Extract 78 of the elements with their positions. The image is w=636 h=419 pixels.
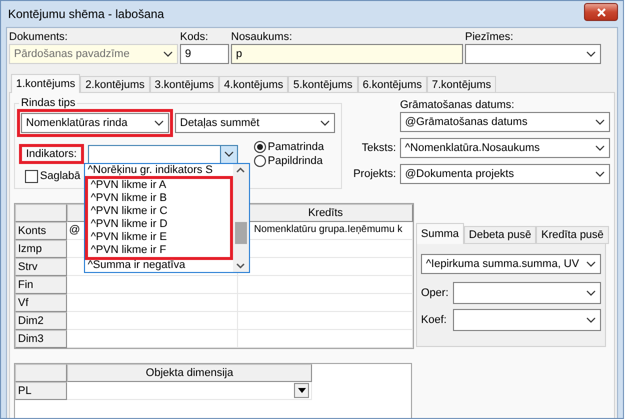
list-item[interactable]: ^PVN likme ir F	[88, 244, 230, 256]
chevron-down-icon	[320, 120, 330, 126]
checkbox[interactable]	[25, 170, 38, 182]
tab[interactable]: 4.kontējums	[218, 76, 288, 93]
dropdown-button[interactable]	[294, 383, 309, 398]
list-item[interactable]: ^PVN likme ir E	[88, 230, 230, 244]
scroll-down-icon	[236, 262, 246, 268]
dropdown-field[interactable]: @Dokumenta projekts	[400, 164, 610, 184]
dropdown-field[interactable]: Nomenklatūras rinda	[21, 113, 169, 133]
field-label: Teksts:	[360, 142, 396, 154]
chevron-down-icon	[595, 171, 605, 177]
radio-button[interactable]	[254, 155, 266, 167]
scroll-bar[interactable]	[232, 164, 249, 272]
dropdown-field[interactable]: Detaļas summēt	[175, 113, 335, 133]
chevron-down-icon	[595, 145, 605, 151]
list-item[interactable]: ^PVN likme ir B	[88, 192, 230, 204]
close-button[interactable]	[584, 3, 618, 21]
list-item[interactable]: ^PVN likme ir C	[88, 204, 230, 218]
dropdown-field[interactable]	[452, 282, 601, 304]
dropdown-field[interactable]: ^Nomenklatūra.Nosaukums	[400, 138, 610, 158]
text-field[interactable]: p	[231, 44, 463, 64]
chevron-down-icon	[586, 317, 596, 323]
dropdown-field[interactable]	[465, 44, 601, 64]
tab[interactable]: Debeta pusē	[464, 226, 536, 244]
field-label: Koef:	[421, 313, 448, 327]
row-header: Dim3	[15, 330, 67, 348]
list-item[interactable]: ^Norēķinu gr. indikators S	[84, 164, 233, 176]
tab[interactable]: 6.kontējums	[358, 76, 427, 93]
chevron-down-icon	[586, 290, 596, 296]
tab[interactable]: 2.kontējums	[80, 76, 150, 93]
row-header: Konts	[15, 222, 67, 240]
field-label: Dokuments:	[9, 30, 69, 44]
checkbox-label: Saglabā	[40, 169, 80, 183]
dropdown-field[interactable]	[88, 144, 238, 164]
triangle-down-icon	[298, 388, 306, 393]
field-label: Projekts:	[352, 168, 396, 180]
chevron-down-icon	[154, 120, 164, 126]
dropdown-field[interactable]: ^Iepirkuma summa.summa, UV	[421, 254, 601, 274]
row-header: Vf	[15, 294, 67, 312]
tab[interactable]: 5.kontējums	[288, 76, 358, 93]
chevron-down-icon	[595, 119, 605, 125]
grid-corner	[15, 364, 67, 382]
text-field[interactable]: 9	[180, 44, 229, 64]
chevron-down-icon	[163, 51, 173, 57]
dropdown-button[interactable]	[220, 146, 237, 162]
close-icon	[596, 8, 606, 16]
group-title: Rindas tips	[20, 97, 76, 109]
tab[interactable]: 7.kontējums	[426, 76, 496, 93]
tab[interactable]: 1.kontējums	[11, 74, 80, 93]
column-header: Objekta dimensija	[67, 364, 312, 382]
row-header: PL	[15, 382, 67, 400]
row-header: Izmp	[15, 240, 67, 258]
field-label: Kods:	[180, 30, 210, 44]
radio-button[interactable]	[254, 141, 266, 153]
field-label: Indikators:	[19, 144, 84, 164]
field-label: Grāmatošanas datums:	[400, 99, 516, 111]
list-item[interactable]: ^PVN likme ir A	[88, 178, 230, 192]
field-label: Oper:	[421, 286, 449, 300]
radio-label: Papildrinda	[268, 154, 323, 168]
tab[interactable]: Kredīta pusē	[536, 226, 609, 244]
row-header: Strv	[15, 258, 67, 276]
tab[interactable]: Summa	[416, 223, 464, 244]
window-title: Kontējumu shēma - labošana	[7, 7, 164, 21]
field-label: Nosaukums:	[231, 30, 294, 44]
chevron-down-icon	[224, 151, 234, 157]
dropdown-field[interactable]	[452, 309, 601, 331]
scroll-up-icon	[236, 166, 246, 172]
row-header: Dim2	[15, 312, 67, 330]
list-item[interactable]: ^Summa ir negatīva	[84, 258, 233, 272]
dropdown-field[interactable]: @Grāmatošanas datums	[400, 112, 610, 132]
chevron-down-icon	[586, 261, 596, 267]
chevron-down-icon	[586, 51, 596, 57]
tab[interactable]: 3.kontējums	[150, 76, 219, 93]
row-header: Fin	[15, 276, 67, 294]
radio-label: Pamatrinda	[268, 140, 324, 154]
list-item[interactable]: ^PVN likme ir D	[88, 218, 230, 230]
scroll-thumb[interactable]	[234, 222, 247, 244]
field-label: Piezīmes:	[465, 30, 514, 44]
